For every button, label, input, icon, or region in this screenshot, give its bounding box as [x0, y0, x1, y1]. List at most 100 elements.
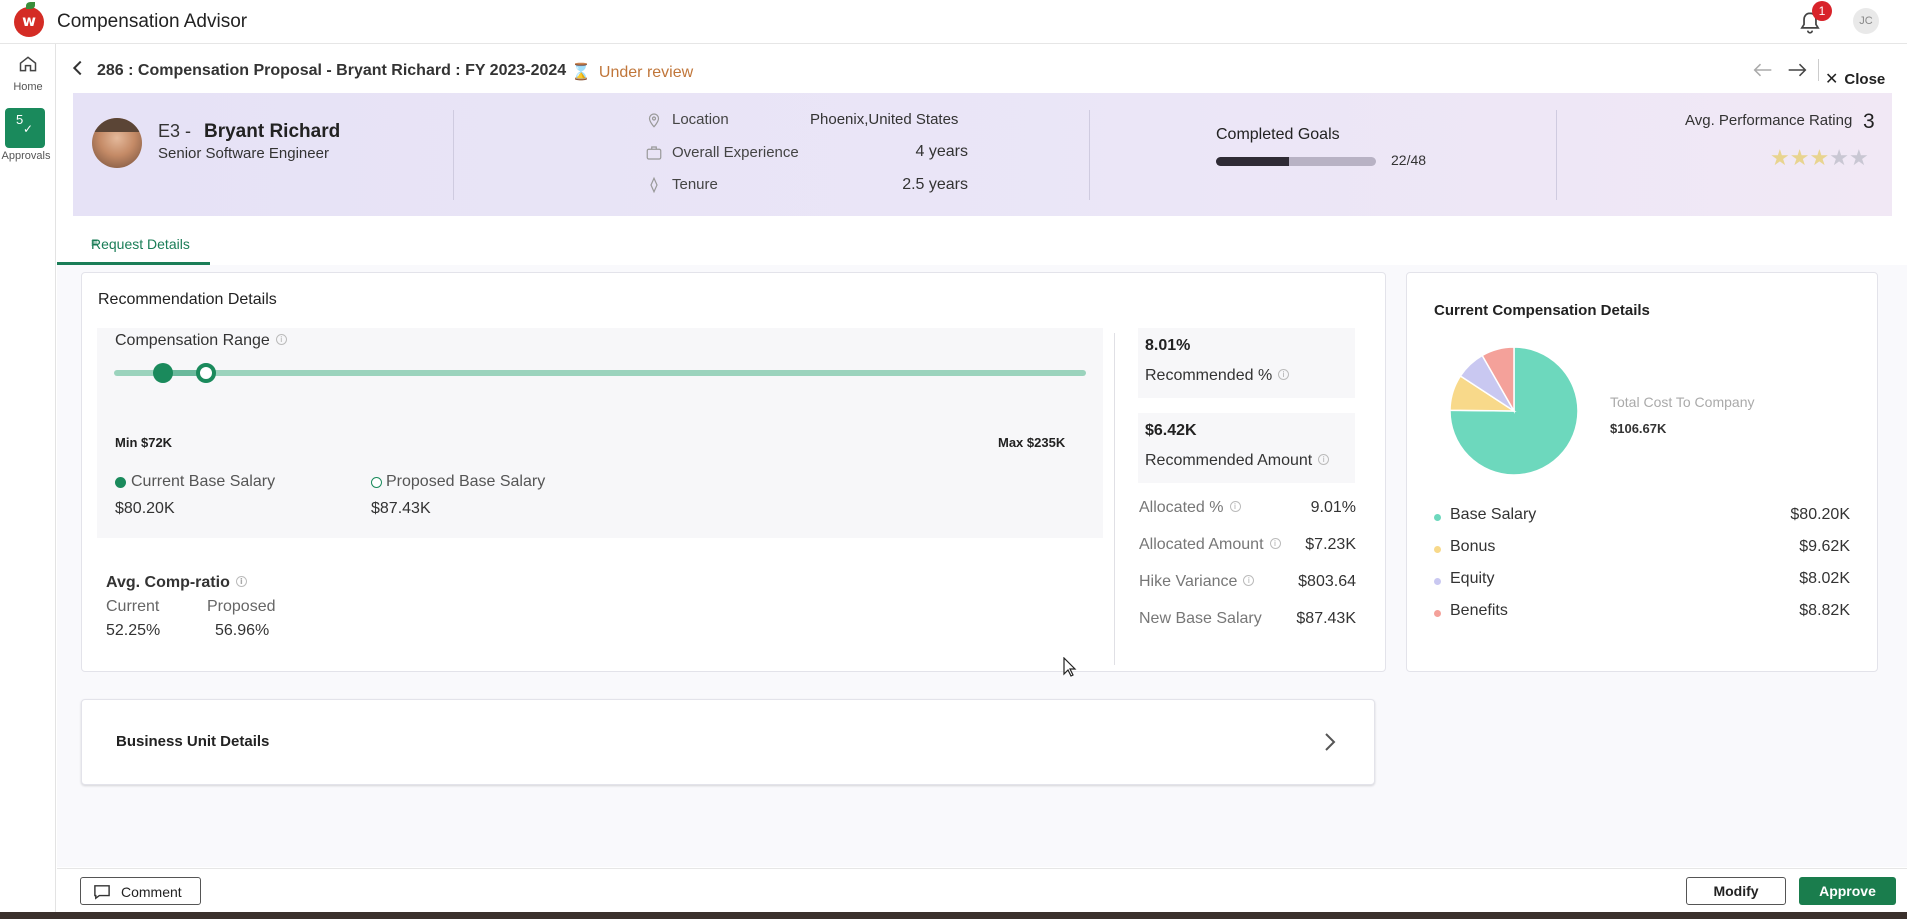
comp-ratio-proposed-label: Proposed [207, 598, 276, 615]
next-arrow-icon[interactable] [1787, 61, 1807, 79]
goals-progress-fill [1216, 157, 1290, 166]
proposed-salary-dot [371, 477, 382, 488]
bonus-label: Bonus [1450, 538, 1496, 555]
bonus-value: $9.62K [1799, 538, 1850, 555]
rail-home[interactable]: Home [0, 48, 56, 98]
recommended-amount-label-text: Recommended Amount [1145, 452, 1313, 469]
approve-button[interactable]: Approve [1799, 877, 1896, 905]
new-base-salary-value: $87.43K [1296, 610, 1356, 627]
hourglass-icon: ⌛ [571, 64, 591, 81]
current-salary-thumb[interactable] [152, 363, 173, 383]
chevron-right-icon[interactable] [1322, 730, 1338, 754]
tab-request-details[interactable]: ≡ Request Details [57, 222, 210, 265]
proposed-salary-thumb[interactable] [196, 363, 216, 383]
previous-arrow-icon[interactable] [1753, 61, 1773, 79]
employee-header: E3 - Bryant Richard Senior Software Engi… [73, 93, 1892, 216]
employee-role: Senior Software Engineer [158, 145, 329, 162]
new-base-salary-label: New Base Salary [1139, 610, 1262, 627]
base-salary-value: $80.20K [1790, 506, 1850, 523]
app-logo[interactable]: w [14, 2, 44, 37]
tenure-label: Tenure [672, 176, 718, 193]
star-filled-icon: ★ [1789, 145, 1810, 170]
info-icon[interactable]: i [275, 334, 287, 345]
comment-icon [94, 885, 110, 900]
recommended-pct-label-text: Recommended % [1145, 367, 1273, 384]
current-salary-label: Current Base Salary [131, 473, 276, 490]
benefits-legend-dot [1434, 610, 1441, 617]
base-salary-label: Base Salary [1450, 506, 1537, 523]
current-salary-value: $80.20K [115, 500, 175, 517]
hike-variance-label: Hike Variance i [1139, 573, 1255, 591]
comment-button[interactable]: Comment [80, 877, 201, 905]
top-bar: w Compensation Advisor 1 JC [0, 0, 1907, 44]
footer-bar [57, 868, 1907, 912]
equity-value: $8.02K [1799, 570, 1850, 587]
modify-button[interactable]: Modify [1686, 877, 1786, 905]
allocated-amount-label-text: Allocated Amount [1139, 536, 1264, 553]
base-salary-legend-dot [1434, 514, 1441, 521]
header-divider [453, 110, 454, 200]
star-filled-icon: ★ [1809, 145, 1830, 170]
hike-variance-value: $803.64 [1298, 573, 1356, 590]
bonus-legend-dot [1434, 546, 1441, 553]
info-icon[interactable]: i [1269, 538, 1281, 549]
range-min-label: Min $72K [115, 435, 173, 450]
employee-grade: E3 - [158, 121, 192, 141]
close-button[interactable]: ✕ Close [1825, 69, 1885, 89]
proposed-salary-value: $87.43K [371, 500, 431, 517]
rail-home-label: Home [13, 81, 43, 93]
info-icon[interactable]: i [1318, 454, 1330, 465]
tab-request-details-label: Request Details [91, 236, 190, 252]
allocated-pct-value: 9.01% [1310, 499, 1356, 516]
check-icon: ✓ [23, 122, 34, 136]
goals-count: 22/48 [1391, 152, 1427, 168]
current-salary-dot [115, 477, 126, 488]
back-arrow-icon[interactable] [67, 57, 89, 79]
info-icon[interactable]: i [1229, 501, 1241, 512]
location-value: Phoenix,United States [810, 111, 959, 128]
rail-approvals-label: Approvals [1, 150, 51, 162]
info-icon[interactable]: i [235, 576, 247, 587]
tenure-icon [650, 176, 658, 194]
page-title: 286 : Compensation Proposal - Bryant Ric… [97, 62, 567, 79]
status-badge: ⌛ Under review [571, 62, 693, 82]
briefcase-icon [646, 146, 662, 160]
star-empty-icon: ★ [1848, 145, 1869, 170]
close-icon: ✕ [1825, 71, 1839, 88]
comp-ratio-title-text: Avg. Comp-ratio [106, 574, 230, 591]
equity-legend-dot [1434, 578, 1441, 585]
comp-ratio-proposed-value: 56.96% [215, 622, 270, 639]
benefits-label: Benefits [1450, 602, 1508, 619]
employee-name: Bryant Richard [204, 121, 341, 142]
title-divider [1818, 59, 1819, 81]
comment-label: Comment [121, 884, 182, 900]
performance-value: 3 [1863, 110, 1875, 133]
rail-approvals[interactable]: 5 ✓ [5, 108, 45, 148]
allocated-amount-value: $7.23K [1305, 536, 1356, 553]
location-label: Location [672, 111, 729, 128]
comp-ratio-current-label: Current [106, 598, 160, 615]
allocated-amount-label: Allocated Amount i [1139, 536, 1281, 554]
compensation-range-box [97, 328, 1103, 538]
equity-label: Equity [1450, 570, 1495, 587]
info-icon[interactable]: i [1278, 369, 1290, 380]
tenure-value: 2.5 years [902, 176, 968, 193]
app-title: Compensation Advisor [57, 11, 248, 32]
close-label: Close [1844, 71, 1886, 88]
star-empty-icon: ★ [1829, 145, 1849, 170]
hike-variance-label-text: Hike Variance [1139, 573, 1238, 590]
recommended-amount-value: $6.42K [1145, 422, 1197, 439]
business-unit-title: Business Unit Details [116, 733, 270, 750]
star-filled-icon: ★ [1770, 145, 1790, 170]
recommendation-title: Recommendation Details [98, 291, 277, 308]
experience-label: Overall Experience [672, 144, 799, 161]
recommended-amount-label: Recommended Amount i [1145, 452, 1330, 470]
comp-ratio-title: Avg. Comp-ratio i [106, 574, 247, 592]
business-unit-card[interactable] [81, 699, 1375, 785]
title-bar: 286 : Compensation Proposal - Bryant Ric… [57, 45, 1907, 93]
range-track[interactable] [114, 370, 1086, 376]
header-divider [1089, 110, 1090, 200]
info-icon[interactable]: i [1243, 575, 1255, 586]
performance-stars: ★★★★★ [1770, 145, 1869, 171]
user-avatar[interactable]: JC [1853, 8, 1879, 34]
